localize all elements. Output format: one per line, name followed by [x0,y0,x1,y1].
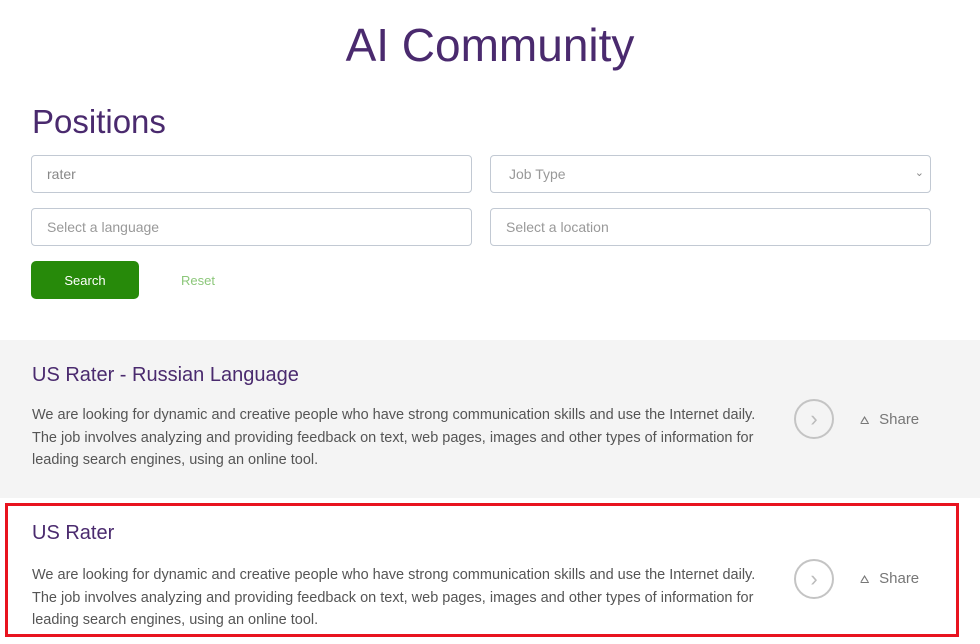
section-title: Positions [32,103,166,140]
job-description: We are looking for dynamic and creative … [32,407,756,468]
share-button[interactable]: ⩟ Share [860,411,919,428]
chevron-down-icon: ⌄ [914,167,924,179]
share-label: Share [879,411,920,428]
highlight-box [5,503,959,637]
page-title: AI Community [345,19,635,71]
reset-link[interactable]: Reset [181,273,215,288]
job-type-label: Job Type [509,166,566,182]
keyword-input[interactable]: rater [31,155,472,193]
job-card: US Rater - Russian Language We are looki… [0,340,980,498]
location-select[interactable]: Select a location [490,208,931,246]
share-icon: ⩟ [860,411,870,428]
job-type-select[interactable]: Job Type ⌄ [490,155,931,193]
language-select[interactable]: Select a language [31,208,472,246]
job-title[interactable]: US Rater - Russian Language [32,364,299,387]
search-button[interactable]: Search [31,261,139,299]
chevron-right-icon[interactable]: › [794,399,834,439]
